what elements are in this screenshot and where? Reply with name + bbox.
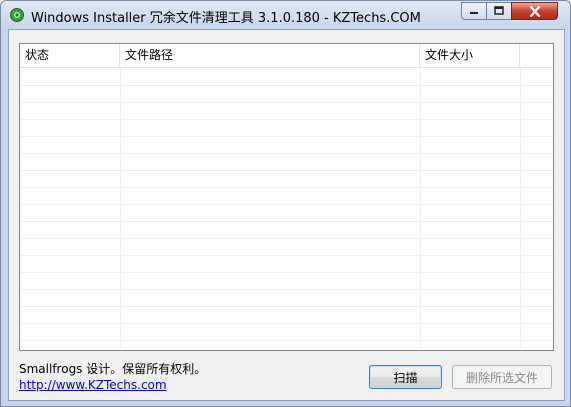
minimize-button[interactable]	[461, 2, 487, 20]
grid-row-line	[20, 102, 553, 103]
client-area: 状态 文件路径 文件大小 Smallfrogs 设计。保留所有权利。 http:…	[8, 29, 565, 401]
grid-row-line	[20, 153, 553, 154]
title-bar[interactable]: Windows Installer 冗余文件清理工具 3.1.0.180 - K…	[1, 1, 570, 29]
grid-row-line	[20, 204, 553, 205]
list-grid	[20, 68, 553, 350]
file-list[interactable]: 状态 文件路径 文件大小	[19, 43, 554, 351]
close-icon	[529, 5, 540, 17]
grid-row-line	[20, 289, 553, 290]
grid-row-line	[20, 323, 553, 324]
green-gear-icon	[10, 8, 24, 22]
close-button[interactable]	[511, 2, 558, 20]
minimize-icon	[470, 12, 478, 14]
maximize-button[interactable]	[486, 2, 512, 20]
grid-row-line	[20, 272, 553, 273]
credit-text: Smallfrogs 设计。保留所有权利。	[19, 362, 207, 376]
grid-column-line	[120, 68, 121, 350]
column-header-status[interactable]: 状态	[20, 44, 120, 67]
maximize-icon	[494, 6, 504, 15]
grid-column-line	[520, 68, 521, 350]
grid-row-line	[20, 255, 553, 256]
grid-row-line	[20, 85, 553, 86]
grid-row-line	[20, 170, 553, 171]
column-header-filler	[520, 44, 553, 67]
delete-selected-button[interactable]: 删除所选文件	[452, 365, 552, 389]
grid-row-line	[20, 306, 553, 307]
grid-row-line	[20, 187, 553, 188]
website-link[interactable]: http://www.KZTechs.com	[19, 378, 167, 392]
column-header-path[interactable]: 文件路径	[120, 44, 420, 67]
list-header: 状态 文件路径 文件大小	[20, 44, 553, 68]
column-header-size[interactable]: 文件大小	[420, 44, 520, 67]
scan-button[interactable]: 扫描	[369, 365, 442, 389]
app-window: Windows Installer 冗余文件清理工具 3.1.0.180 - K…	[0, 0, 571, 407]
grid-row-line	[20, 136, 553, 137]
grid-row-line	[20, 221, 553, 222]
grid-row-line	[20, 119, 553, 120]
grid-row-line	[20, 340, 553, 341]
grid-row-line	[20, 238, 553, 239]
grid-column-line	[420, 68, 421, 350]
window-title: Windows Installer 冗余文件清理工具 3.1.0.180 - K…	[31, 11, 421, 26]
